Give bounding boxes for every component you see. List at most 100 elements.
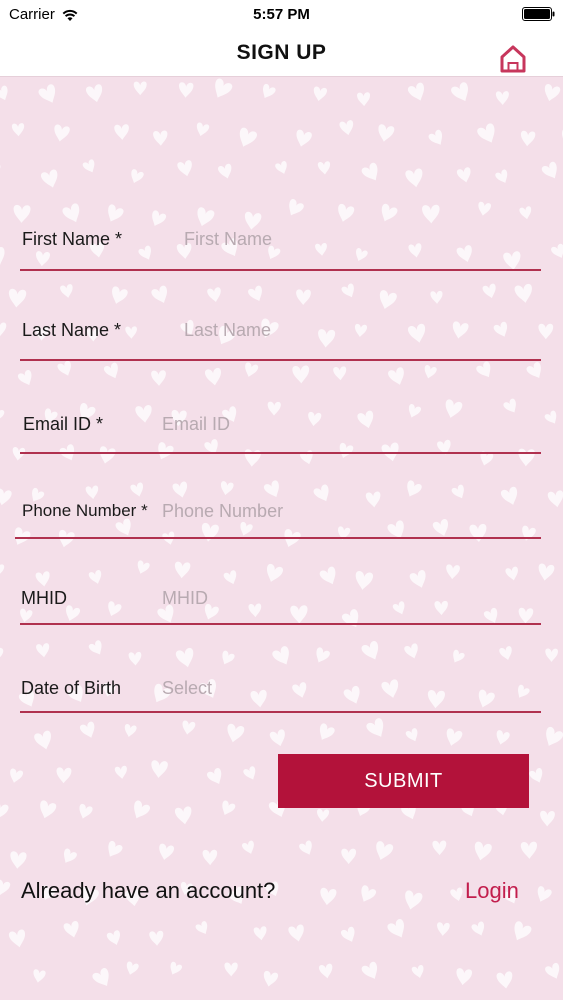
- heart-shape: [292, 365, 310, 384]
- last-name-input[interactable]: [184, 316, 544, 344]
- heart-shape: [482, 283, 496, 299]
- heart-shape: [106, 930, 120, 945]
- heart-shape: [361, 640, 379, 660]
- heart-shape: [112, 286, 128, 304]
- phone-number-label: Phone Number *: [22, 501, 148, 520]
- heart-shape: [499, 646, 512, 660]
- heart-shape: [388, 367, 404, 385]
- heart-shape: [0, 161, 1, 179]
- heart-shape: [520, 841, 538, 859]
- heart-shape: [224, 962, 238, 977]
- page-title: SIGN UP: [236, 41, 327, 64]
- heart-shape: [361, 885, 377, 902]
- heart-shape: [361, 961, 378, 979]
- heart-shape: [424, 365, 437, 379]
- heart-shape: [544, 84, 561, 102]
- heart-shape: [108, 840, 123, 857]
- heart-shape: [0, 725, 1, 745]
- heart-shape: [317, 808, 330, 822]
- heart-shape: [151, 760, 168, 778]
- heart-shape: [17, 370, 32, 386]
- heart-shape: [478, 201, 492, 216]
- heart-shape: [288, 924, 304, 942]
- phone-number-input[interactable]: [162, 497, 522, 525]
- heart-shape: [545, 648, 559, 662]
- heart-shape: [11, 123, 25, 137]
- heart-shape: [320, 887, 337, 906]
- heart-shape: [544, 410, 557, 424]
- heart-shape: [540, 810, 555, 827]
- home-button[interactable]: [499, 44, 527, 74]
- first-name-input[interactable]: [184, 225, 544, 253]
- heart-shape: [378, 124, 395, 142]
- heart-shape: [289, 199, 304, 216]
- heart-shape: [547, 490, 563, 508]
- heart-shape: [404, 643, 418, 659]
- email-label: Email ID *: [23, 414, 104, 434]
- email-underline: [20, 452, 541, 454]
- heart-shape: [341, 283, 354, 298]
- heart-shape: [60, 284, 73, 298]
- heart-shape: [33, 969, 46, 983]
- heart-shape: [88, 640, 102, 655]
- heart-shape: [0, 322, 7, 337]
- heart-shape: [36, 643, 50, 658]
- heart-shape: [430, 290, 443, 304]
- heart-shape: [318, 963, 333, 979]
- email-row: Email ID *: [23, 404, 543, 444]
- heart-shape: [0, 879, 11, 896]
- date-of-birth-picker[interactable]: [162, 674, 522, 702]
- heart-shape: [495, 169, 508, 183]
- heart-shape: [339, 120, 354, 136]
- heart-shape: [496, 730, 510, 745]
- heart-shape: [34, 730, 51, 750]
- heart-shape: [57, 360, 71, 376]
- heart-shape: [313, 86, 328, 102]
- heart-shape: [496, 971, 513, 989]
- heart-shape: [520, 130, 536, 147]
- heart-shape: [99, 446, 116, 464]
- heart-shape: [456, 968, 473, 986]
- mhid-input[interactable]: [162, 584, 522, 612]
- heart-shape: [562, 128, 563, 143]
- submit-button[interactable]: SUBMIT: [278, 754, 529, 808]
- heart-shape: [0, 85, 8, 101]
- heart-shape: [407, 82, 424, 101]
- heart-shape: [79, 803, 93, 819]
- heart-shape: [272, 646, 289, 665]
- heart-shape: [195, 921, 208, 935]
- mhid-row: MHID: [21, 578, 541, 618]
- last-name-underline: [20, 359, 541, 361]
- email-input[interactable]: [162, 410, 522, 438]
- heart-shape: [341, 848, 357, 865]
- heart-shape: [149, 930, 164, 946]
- heart-shape: [174, 561, 191, 579]
- heart-shape: [405, 728, 418, 742]
- heart-shape: [248, 285, 262, 302]
- heart-shape: [0, 408, 5, 422]
- heart-shape: [137, 560, 150, 574]
- heart-shape: [58, 529, 75, 548]
- heart-shape: [526, 362, 541, 379]
- heart-shape: [379, 290, 397, 310]
- heart-shape: [451, 82, 468, 102]
- heart-shape: [296, 289, 311, 306]
- heart-shape: [207, 768, 222, 784]
- heart-shape: [405, 890, 423, 910]
- heart-shape: [545, 962, 560, 979]
- heart-shape: [296, 129, 312, 147]
- heart-shape: [10, 768, 23, 783]
- heart-shape: [218, 163, 232, 179]
- heart-shape: [340, 926, 355, 942]
- heart-shape: [239, 127, 257, 147]
- heart-shape: [269, 729, 285, 747]
- heart-shape: [263, 970, 279, 987]
- heart-shape: [0, 563, 5, 577]
- heart-shape: [317, 161, 331, 175]
- login-link[interactable]: Login: [465, 878, 519, 904]
- heart-shape: [243, 766, 256, 780]
- heart-shape: [428, 129, 443, 145]
- heart-shape: [131, 169, 144, 184]
- heart-shape: [40, 800, 57, 819]
- first-name-row: First Name *: [22, 219, 544, 259]
